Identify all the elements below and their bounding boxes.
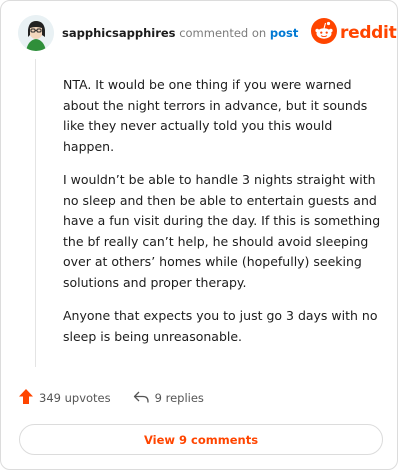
comment-header: sapphicsapphires commented on post [62,26,298,40]
reply-icon [133,390,149,407]
reddit-logo-icon [311,18,337,48]
reply-count: 9 replies [154,391,204,405]
view-comments-label: View 9 comments [143,432,259,447]
comment-body: NTA. It would be one thing if you were w… [63,75,381,360]
avatar[interactable] [18,15,54,51]
reddit-logo[interactable]: reddit [311,18,397,48]
upvote-button[interactable]: 349 upvotes [19,389,111,407]
comment-footer: 349 upvotes 9 replies [19,389,204,407]
comment-paragraph: NTA. It would be one thing if you were w… [63,77,368,154]
author-name[interactable]: sapphicsapphires [62,26,176,40]
comment-paragraph: Anyone that expects you to just go 3 day… [63,308,378,344]
comment-card: sapphicsapphires commented on post reddi… [0,0,398,470]
view-comments-button[interactable]: View 9 comments [19,424,383,455]
reply-button[interactable]: 9 replies [133,390,204,407]
action-text: commented on [179,26,267,40]
comment-paragraph: I wouldn’t be able to handle 3 nights st… [63,172,381,290]
thread-line [35,59,36,367]
reddit-wordmark: reddit [340,23,397,43]
upvote-count: 349 upvotes [39,391,111,405]
post-link[interactable]: post [270,26,298,40]
upvote-icon [19,389,33,407]
